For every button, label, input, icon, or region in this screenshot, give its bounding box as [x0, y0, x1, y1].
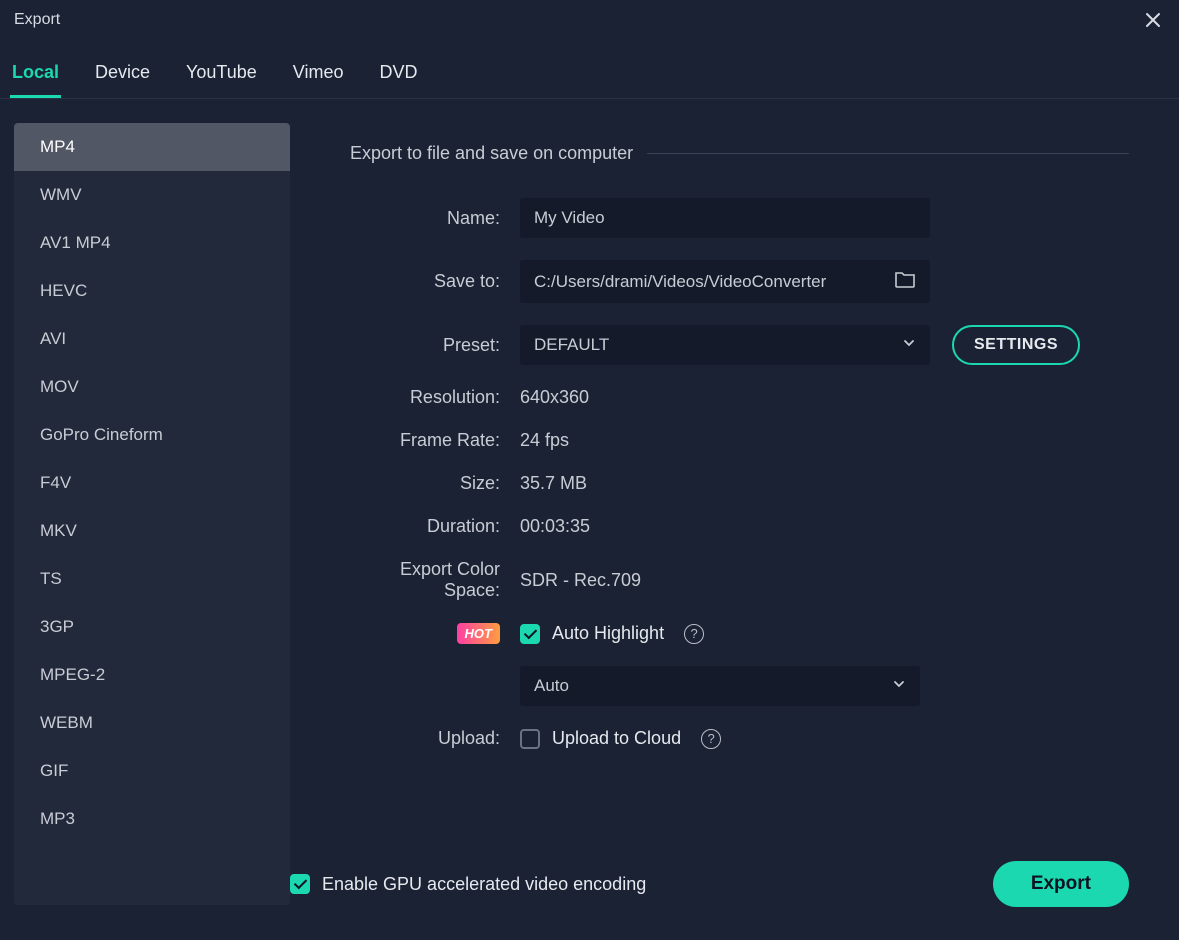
- format-item[interactable]: MKV: [14, 507, 290, 555]
- export-button[interactable]: Export: [993, 861, 1129, 907]
- tab-vimeo[interactable]: Vimeo: [291, 54, 346, 98]
- label-color-space: Export Color Space:: [350, 559, 500, 601]
- format-item[interactable]: TS: [14, 555, 290, 603]
- upload-cloud-label: Upload to Cloud: [552, 728, 681, 749]
- tab-local[interactable]: Local: [10, 54, 61, 98]
- format-item[interactable]: GoPro Cineform: [14, 411, 290, 459]
- label-preset: Preset:: [350, 335, 500, 356]
- save-to-input[interactable]: [534, 272, 884, 292]
- tab-device[interactable]: Device: [93, 54, 152, 98]
- label-duration: Duration:: [350, 516, 500, 537]
- format-item[interactable]: AV1 MP4: [14, 219, 290, 267]
- tabbar: Local Device YouTube Vimeo DVD: [0, 40, 1179, 99]
- format-item[interactable]: MOV: [14, 363, 290, 411]
- frame-rate-value: 24 fps: [520, 430, 569, 451]
- preset-value: DEFAULT: [534, 335, 609, 355]
- settings-panel: Export to file and save on computer Name…: [290, 123, 1169, 919]
- duration-value: 00:03:35: [520, 516, 590, 537]
- window-title: Export: [14, 11, 60, 29]
- label-save-to: Save to:: [350, 271, 500, 292]
- upload-cloud-checkbox[interactable]: [520, 729, 540, 749]
- panel-heading: Export to file and save on computer: [350, 143, 633, 164]
- label-upload: Upload:: [350, 728, 500, 749]
- chevron-down-icon: [892, 676, 906, 696]
- tab-dvd[interactable]: DVD: [377, 54, 419, 98]
- format-item[interactable]: MP3: [14, 795, 290, 843]
- format-item[interactable]: F4V: [14, 459, 290, 507]
- label-frame-rate: Frame Rate:: [350, 430, 500, 451]
- format-item[interactable]: GIF: [14, 747, 290, 795]
- format-item[interactable]: AVI: [14, 315, 290, 363]
- help-icon[interactable]: ?: [701, 729, 721, 749]
- format-item[interactable]: HEVC: [14, 267, 290, 315]
- chevron-down-icon: [902, 335, 916, 355]
- settings-button[interactable]: SETTINGS: [952, 325, 1080, 365]
- format-item[interactable]: MP4: [14, 123, 290, 171]
- format-item[interactable]: 3GP: [14, 603, 290, 651]
- tab-youtube[interactable]: YouTube: [184, 54, 259, 98]
- color-space-value: SDR - Rec.709: [520, 570, 641, 591]
- size-value: 35.7 MB: [520, 473, 587, 494]
- name-input-wrap[interactable]: [520, 198, 930, 238]
- panel-heading-rule: [647, 153, 1129, 154]
- auto-highlight-mode-select[interactable]: Auto: [520, 666, 920, 706]
- name-input[interactable]: [534, 208, 916, 228]
- auto-highlight-checkbox[interactable]: [520, 624, 540, 644]
- close-icon[interactable]: [1143, 10, 1163, 30]
- footer-row: Enable GPU accelerated video encoding Ex…: [290, 861, 1129, 907]
- label-size: Size:: [350, 473, 500, 494]
- format-item[interactable]: WEBM: [14, 699, 290, 747]
- label-name: Name:: [350, 208, 500, 229]
- format-item[interactable]: MPEG-2: [14, 651, 290, 699]
- format-list: MP4WMVAV1 MP4HEVCAVIMOVGoPro CineformF4V…: [14, 123, 290, 905]
- auto-highlight-mode-value: Auto: [534, 676, 569, 696]
- preset-select[interactable]: DEFAULT: [520, 325, 930, 365]
- resolution-value: 640x360: [520, 387, 589, 408]
- label-resolution: Resolution:: [350, 387, 500, 408]
- save-to-input-wrap[interactable]: [520, 260, 930, 303]
- titlebar: Export: [0, 0, 1179, 40]
- help-icon[interactable]: ?: [684, 624, 704, 644]
- auto-highlight-label: Auto Highlight: [552, 623, 664, 644]
- panel-heading-row: Export to file and save on computer: [350, 143, 1129, 164]
- gpu-label: Enable GPU accelerated video encoding: [322, 874, 646, 895]
- gpu-checkbox[interactable]: [290, 874, 310, 894]
- folder-icon[interactable]: [894, 270, 916, 293]
- hot-badge: HOT: [457, 623, 500, 644]
- format-item[interactable]: WMV: [14, 171, 290, 219]
